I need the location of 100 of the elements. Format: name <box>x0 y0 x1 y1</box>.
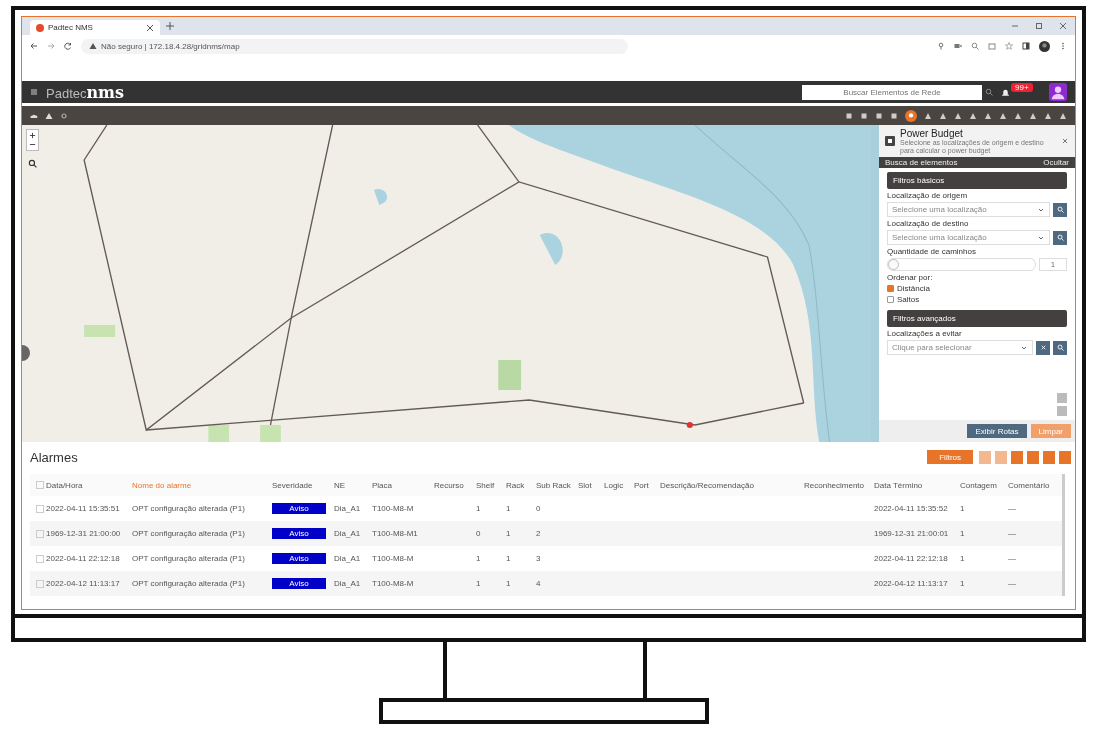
table-cell-text: T100-M8-M1 <box>372 529 419 538</box>
table-cell-text: 2022-04-11 15:35:52 <box>874 504 949 513</box>
table-cell-text: Dia_A1 <box>334 579 362 588</box>
settings-icon[interactable] <box>60 111 68 120</box>
field-label: Ordenar por: <box>887 273 934 283</box>
column-header[interactable]: Severidade <box>272 480 334 490</box>
column-header[interactable]: Contagem <box>960 480 1008 490</box>
order-option[interactable]: Distância <box>887 284 1067 294</box>
user-avatar-icon[interactable] <box>1049 83 1067 101</box>
severity-badge: Aviso <box>272 528 326 539</box>
hide-link[interactable]: Ocultar <box>1043 158 1069 168</box>
table-cell-text: 1 <box>960 579 966 588</box>
close-icon[interactable] <box>1061 137 1069 146</box>
severity-badge: Aviso <box>272 503 326 514</box>
panel-action-button[interactable]: Exibir Rotas <box>967 424 1027 438</box>
zoom-icon[interactable] <box>971 42 979 50</box>
location-select[interactable]: Selecione uma localização <box>887 202 1050 218</box>
address-field[interactable]: Não seguro | 172.18.4.28/gridnms/map <box>81 38 628 54</box>
browser-tab[interactable]: Padtec NMS <box>30 20 160 35</box>
toolbar-button[interactable] <box>1059 450 1071 464</box>
table-cell-text: 2022-04-12 11:13:17 <box>46 579 121 588</box>
notification-badge: 99+ <box>1011 83 1033 92</box>
location-select[interactable]: Clique para selecionar <box>887 340 1033 356</box>
field-label: Quantidade de caminhos <box>887 247 977 257</box>
column-header[interactable]: Data/Hora <box>46 480 132 490</box>
column-header[interactable]: Logic <box>604 480 634 490</box>
camera-icon[interactable] <box>954 42 962 50</box>
order-option[interactable]: Saltos <box>887 295 1067 305</box>
clear-button[interactable] <box>1036 340 1050 355</box>
more-icon[interactable] <box>1059 42 1067 50</box>
column-header[interactable]: Sub Rack <box>536 480 578 490</box>
search-button[interactable] <box>1053 230 1067 245</box>
zoom-out-icon[interactable] <box>29 141 36 148</box>
table-cell-text: Dia_A1 <box>334 504 362 513</box>
column-header[interactable]: Rack <box>506 480 536 490</box>
column-header[interactable]: Comentário <box>1008 480 1062 490</box>
column-header[interactable]: Reconhecimento <box>804 480 874 490</box>
row-checkbox[interactable] <box>36 504 44 513</box>
location-select[interactable]: Selecione uma localização <box>887 230 1050 246</box>
column-header[interactable]: NE <box>334 480 372 490</box>
row-checkbox[interactable] <box>36 579 44 588</box>
close-icon[interactable] <box>1059 22 1067 30</box>
table-cell-text: 2022-04-12 11:13:17 <box>874 579 949 588</box>
table-cell-text: 1 <box>960 554 966 563</box>
search-field[interactable]: Buscar Elementos de Rede <box>802 84 982 100</box>
column-header[interactable]: Shelf <box>476 480 506 490</box>
toolbar-button[interactable] <box>1027 450 1039 464</box>
search-icon <box>1056 234 1064 242</box>
table-cell-text: — <box>1008 529 1017 538</box>
table-cell-text: OPT configuração alterada (P1) <box>132 529 246 538</box>
zoom-in-icon[interactable] <box>29 132 36 139</box>
paths-input[interactable]: 1 <box>1039 258 1067 272</box>
column-header[interactable]: Port <box>634 480 660 490</box>
zoom-control[interactable] <box>26 129 39 151</box>
column-header[interactable]: Descrição/Recomendação <box>660 480 804 490</box>
back-arrow-icon[interactable] <box>30 42 38 50</box>
profile-avatar-icon[interactable] <box>1039 40 1050 52</box>
severity-badge: Aviso <box>272 578 326 589</box>
table-cell-text: 2022-04-11 22:12:18 <box>874 554 949 563</box>
search-button[interactable] <box>1053 340 1067 355</box>
warning-icon[interactable] <box>45 111 53 120</box>
column-header[interactable]: Placa <box>372 480 434 490</box>
new-tab-icon[interactable] <box>166 22 174 30</box>
severity-badge: Aviso <box>272 553 326 564</box>
column-header[interactable]: Data Término <box>874 480 960 490</box>
maximize-icon[interactable] <box>1035 22 1043 30</box>
panel-bar-title: Busca de elementos <box>885 158 958 168</box>
toolbar-button[interactable] <box>1043 450 1055 464</box>
table-cell-text: 3 <box>536 554 542 563</box>
bell-icon[interactable] <box>1001 87 1010 97</box>
table-cell-text: 1 <box>506 529 512 538</box>
table-cell-text: OPT configuração alterada (P1) <box>132 579 246 588</box>
row-checkbox[interactable] <box>36 529 44 538</box>
power-icon <box>885 136 895 147</box>
sidebar-icon[interactable] <box>1022 42 1030 50</box>
table-cell-text: 4 <box>536 579 542 588</box>
table-cell-text: 1 <box>506 554 512 563</box>
row-checkbox[interactable] <box>36 554 44 563</box>
map-tool-icon[interactable] <box>905 109 917 122</box>
table-cell-text: 2022-04-11 22:12:18 <box>46 554 121 563</box>
key-icon[interactable] <box>937 42 945 50</box>
column-header[interactable]: Slot <box>578 480 604 490</box>
toolbar-button[interactable] <box>1011 450 1023 464</box>
select-all-checkbox[interactable] <box>36 481 44 489</box>
table-cell-text: T100-M8-M <box>372 579 415 588</box>
panel-toggle-icon[interactable] <box>22 345 30 361</box>
table-cell-text: — <box>1008 554 1017 563</box>
search-icon <box>1056 206 1064 214</box>
section-header: Filtros básicos <box>887 172 1067 190</box>
paths-slider[interactable] <box>887 258 1036 272</box>
search-button[interactable] <box>1053 202 1067 217</box>
table-cell-text: — <box>1008 579 1017 588</box>
search-icon[interactable] <box>28 159 37 168</box>
close-icon[interactable] <box>146 23 154 32</box>
star-icon[interactable] <box>1005 42 1013 50</box>
panel-title: Power Budget <box>900 128 963 139</box>
column-header[interactable]: Recurso <box>434 480 476 490</box>
search-icon <box>1056 344 1064 352</box>
reload-icon[interactable] <box>64 42 72 50</box>
table-cell-text: T100-M8-M <box>372 554 415 563</box>
